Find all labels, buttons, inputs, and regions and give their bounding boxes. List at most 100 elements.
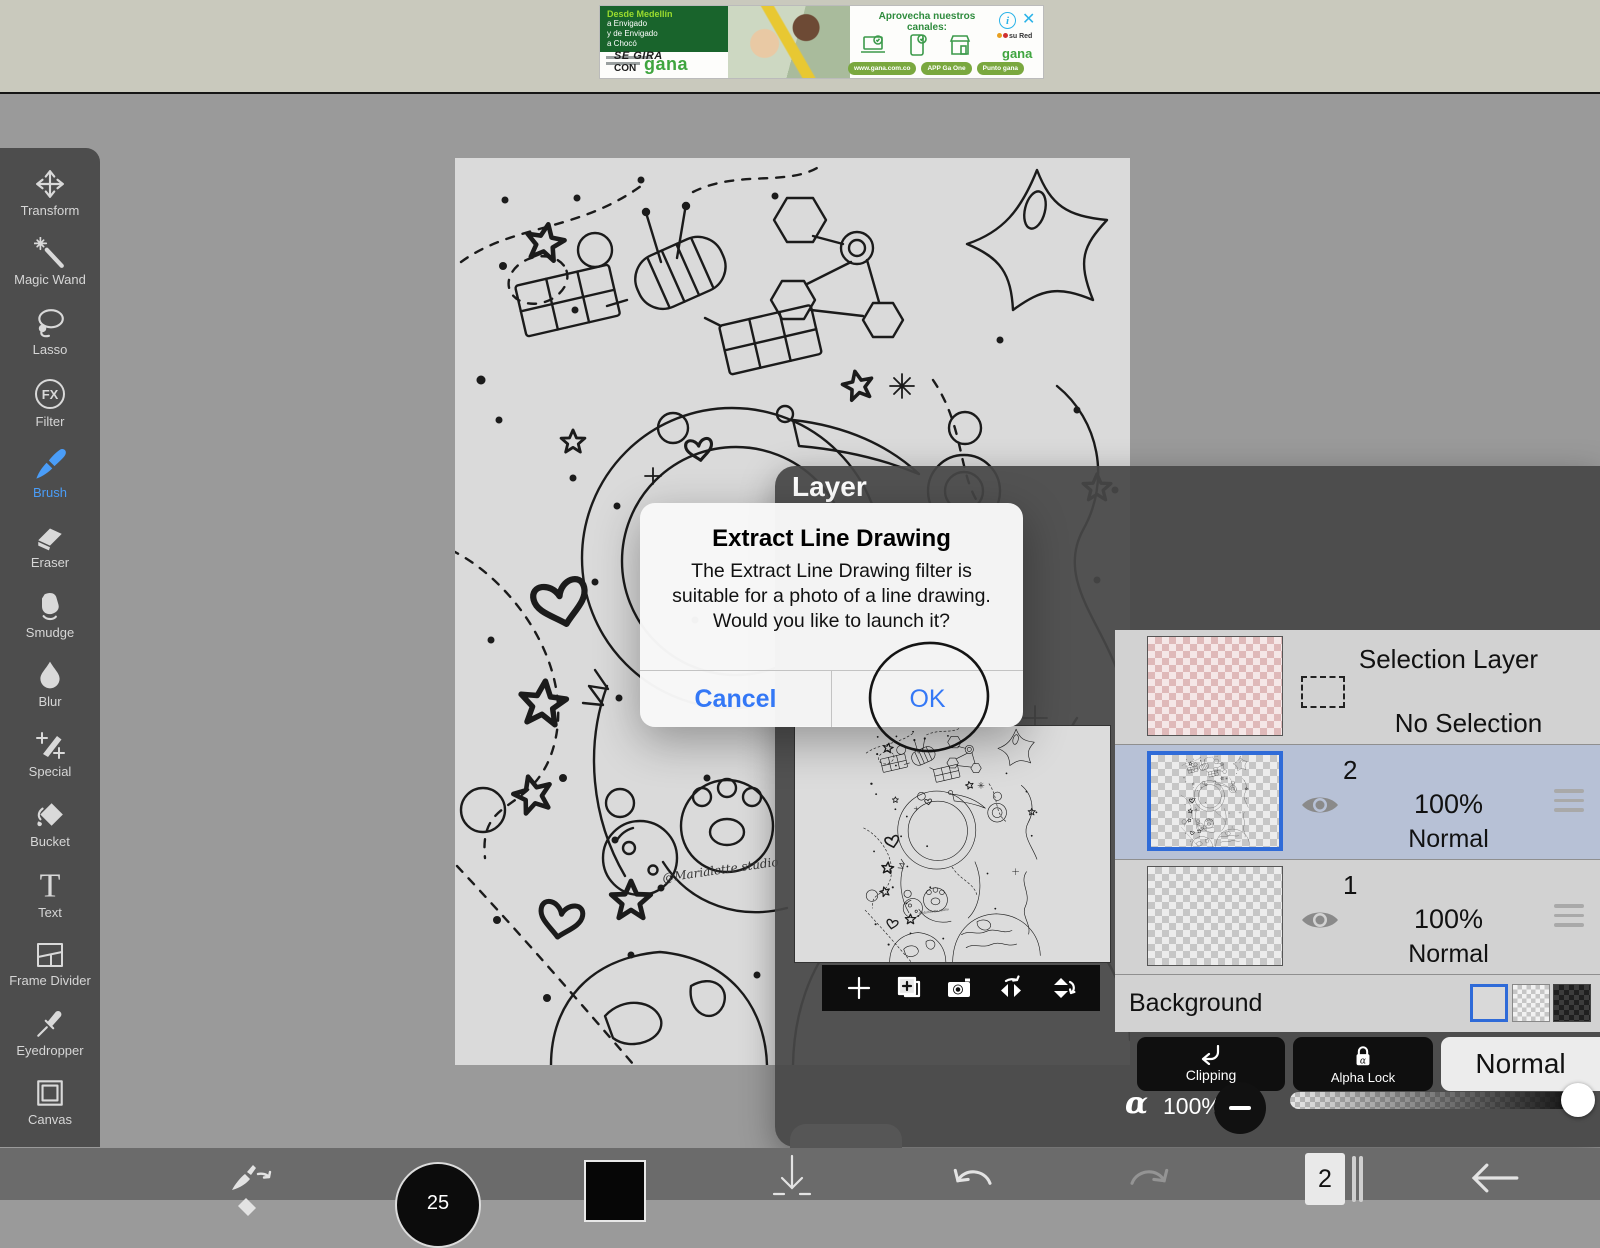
background-color-swatch-dark[interactable] xyxy=(1553,984,1591,1022)
ad-card[interactable]: Desde Medellín a Envigado y de Envigado … xyxy=(600,6,1043,78)
layer-2-thumbnail[interactable] xyxy=(1147,751,1283,851)
cancel-button[interactable]: Cancel xyxy=(640,671,831,727)
eraser-icon xyxy=(34,520,66,552)
ad-buttons[interactable]: www.gana.com.co APP Ga One Punto gana xyxy=(848,62,1024,75)
tool-frame-divider[interactable]: Frame Divider xyxy=(0,940,100,988)
background-label: Background xyxy=(1129,989,1262,1018)
redo-icon[interactable] xyxy=(1126,1164,1174,1200)
tool-filter[interactable]: FX Filter xyxy=(0,377,100,429)
smudge-icon xyxy=(34,590,66,622)
dialog-title: Extract Line Drawing xyxy=(640,525,1023,553)
tool-brush[interactable]: Brush xyxy=(0,448,100,500)
ad-info-icon[interactable]: i xyxy=(999,12,1016,29)
tool-palette: Transform Magic Wand Lasso FX Filter Bru… xyxy=(0,148,100,1147)
layer-actions-bar xyxy=(822,965,1100,1011)
layer-row-2[interactable]: 2 100% Normal xyxy=(1115,745,1600,860)
drag-handle-icon[interactable] xyxy=(1554,904,1584,933)
alpha-slider[interactable] xyxy=(1290,1092,1580,1109)
layer-row-1[interactable]: 1 100% Normal xyxy=(1115,860,1600,975)
current-color-swatch[interactable] xyxy=(584,1160,646,1222)
undo-icon[interactable] xyxy=(948,1164,996,1200)
background-row[interactable]: Background xyxy=(1115,975,1600,1032)
alpha-lock-icon: α xyxy=(1349,1044,1377,1068)
ad-brand-logo-small: gana xyxy=(1002,46,1032,61)
selection-layer-thumbnail[interactable] xyxy=(1147,636,1283,736)
ad-button-web[interactable]: www.gana.com.co xyxy=(848,62,916,75)
selection-layer-status: No Selection xyxy=(1345,708,1592,739)
canvas-icon xyxy=(34,1077,66,1109)
tool-eraser[interactable]: Eraser xyxy=(0,520,100,570)
ad-close-icon[interactable]: ✕ xyxy=(1022,9,1035,29)
layer-name: 1 xyxy=(1343,870,1357,901)
layer-list: Selection Layer No Selection 2 100% Norm… xyxy=(1115,630,1600,1032)
add-layer-icon[interactable] xyxy=(846,975,872,1001)
layers-button[interactable]: 2 xyxy=(1305,1153,1345,1205)
tool-bucket[interactable]: Bucket xyxy=(0,799,100,849)
tool-smudge[interactable]: Smudge xyxy=(0,590,100,640)
clipping-button[interactable]: Clipping xyxy=(1137,1037,1285,1091)
flip-horizontal-icon[interactable] xyxy=(997,975,1025,1001)
ad-channel-icons xyxy=(860,33,972,57)
layer-name: 2 xyxy=(1343,755,1357,786)
alpha-symbol: α xyxy=(1125,1086,1148,1121)
layer-opacity: 100% xyxy=(1305,789,1592,820)
layers-stack-icon xyxy=(1349,1156,1363,1207)
text-icon: T xyxy=(34,868,66,902)
svg-text:α: α xyxy=(1360,1055,1367,1066)
tool-canvas[interactable]: Canvas xyxy=(0,1077,100,1127)
magic-wand-icon xyxy=(34,237,66,269)
brush-icon xyxy=(33,448,67,482)
clipping-icon xyxy=(1198,1045,1224,1065)
flip-vertical-icon[interactable] xyxy=(1048,975,1076,1001)
tool-blur[interactable]: Blur xyxy=(0,659,100,709)
collapse-down-icon[interactable] xyxy=(772,1154,812,1200)
tool-lasso[interactable]: Lasso xyxy=(0,307,100,357)
duplicate-layer-icon[interactable] xyxy=(895,975,922,1001)
laptop-icon xyxy=(860,33,886,57)
tool-eyedropper[interactable]: Eyedropper xyxy=(0,1008,100,1058)
layer-1-thumbnail[interactable] xyxy=(1147,866,1283,966)
blur-icon xyxy=(34,659,66,691)
alpha-slider-knob[interactable] xyxy=(1561,1083,1595,1117)
lasso-icon xyxy=(34,307,66,339)
alpha-minus-button[interactable] xyxy=(1214,1082,1266,1134)
camera-icon[interactable] xyxy=(946,975,973,1001)
background-color-swatch-solid[interactable] xyxy=(1470,984,1508,1022)
tool-magic-wand[interactable]: Magic Wand xyxy=(0,237,100,287)
layer-canvas-preview xyxy=(795,726,1110,962)
bucket-icon xyxy=(33,799,67,831)
back-icon[interactable] xyxy=(1468,1158,1520,1198)
special-icon xyxy=(34,729,66,761)
ad-tagline: CON xyxy=(614,63,636,74)
dialog-body: The Extract Line Drawing filter is suita… xyxy=(648,559,1015,634)
background-color-swatch-transparent[interactable] xyxy=(1512,984,1550,1022)
store-icon xyxy=(948,33,972,57)
drag-handle-icon[interactable] xyxy=(1554,789,1584,818)
layer-blend-mode: Normal xyxy=(1305,940,1592,969)
selection-layer-row[interactable]: Selection Layer No Selection xyxy=(1115,630,1600,745)
ad-partner-logo: su Red xyxy=(997,33,1032,40)
tool-text[interactable]: T Text xyxy=(0,868,100,920)
ok-annotation-circle xyxy=(866,640,996,758)
brush-eraser-toggle-icon[interactable] xyxy=(228,1160,282,1216)
svg-text:T: T xyxy=(40,868,61,902)
selection-marquee-icon xyxy=(1301,676,1345,708)
ad-button-punto[interactable]: Punto gana xyxy=(977,62,1024,75)
tool-special[interactable]: Special xyxy=(0,729,100,779)
ad-channels-title: Aprovecha nuestroscanales: xyxy=(852,11,1002,33)
selection-layer-name: Selection Layer xyxy=(1305,644,1592,675)
bottom-toolbar: 25 2 xyxy=(0,1148,1600,1200)
frame-divider-icon xyxy=(33,940,67,970)
svg-text:FX: FX xyxy=(42,387,59,402)
filter-icon: FX xyxy=(33,377,67,411)
ad-banner[interactable]: Desde Medellín a Envigado y de Envigado … xyxy=(0,0,1600,94)
eyedropper-icon xyxy=(34,1008,66,1040)
phone-icon xyxy=(906,33,928,57)
alpha-lock-button[interactable]: α Alpha Lock xyxy=(1293,1037,1433,1091)
alpha-value: 100% xyxy=(1163,1093,1222,1120)
tool-transform[interactable]: Transform xyxy=(0,168,100,218)
ad-button-app[interactable]: APP Ga One xyxy=(921,62,971,75)
ad-brand-logo: gana xyxy=(644,54,688,75)
transform-icon xyxy=(34,168,66,200)
brush-size-indicator[interactable]: 25 xyxy=(395,1162,481,1248)
